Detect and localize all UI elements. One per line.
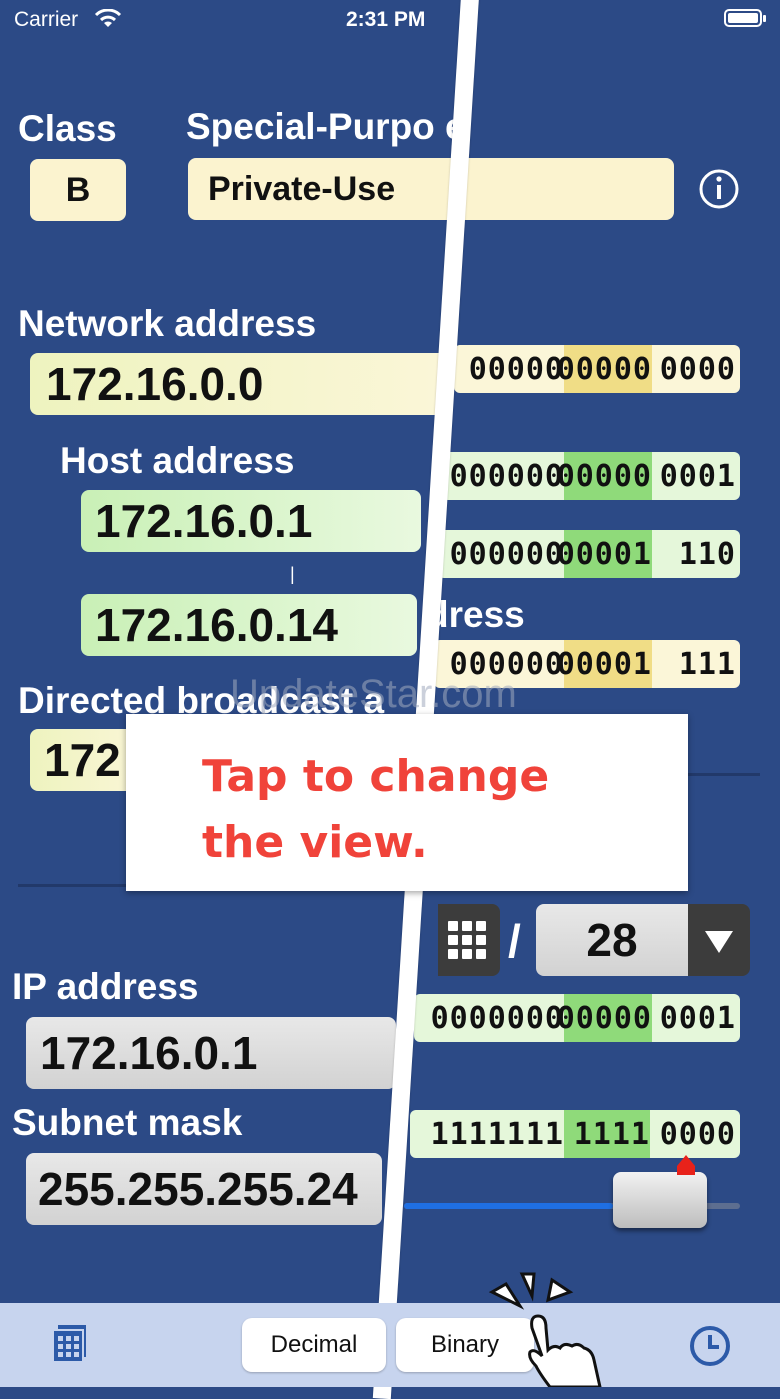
- binary-segment: 00000: [557, 452, 652, 500]
- binary-segment: 111: [652, 640, 740, 688]
- network-address-binary[interactable]: 00000 00000 0000: [454, 345, 740, 393]
- binary-segment: 00001: [557, 530, 652, 578]
- info-icon[interactable]: [698, 168, 740, 210]
- prefix-length-value[interactable]: 28: [536, 904, 688, 976]
- binary-segment: 00000: [557, 345, 652, 393]
- tip-popup[interactable]: Tap to change the view.: [126, 714, 688, 891]
- binary-segment: 110: [652, 530, 740, 578]
- subnet-mask-label: Subnet mask: [12, 1102, 243, 1143]
- host-address-label: Host address: [60, 440, 295, 481]
- binary-segment: 00001: [557, 640, 652, 688]
- tap-hand-icon: [488, 1272, 602, 1387]
- subnet-mask-value[interactable]: 255.255.255.24: [26, 1153, 382, 1225]
- host-first-binary[interactable]: 000000 00000 0001: [442, 452, 740, 500]
- class-value[interactable]: B: [30, 159, 126, 221]
- tab-bar: [0, 1303, 780, 1387]
- ip-address-binary[interactable]: 0000000 00000 0001: [414, 994, 740, 1042]
- prefix-slider-fill: [404, 1203, 613, 1209]
- binary-segment: 000000: [442, 452, 564, 500]
- carrier-label: Carrier: [14, 8, 79, 31]
- host-range-separator: |: [290, 564, 295, 584]
- status-bar: Carrier 2:31 PM: [0, 0, 780, 40]
- ip-address-value[interactable]: 172.16.0.1: [26, 1017, 396, 1089]
- wifi-icon: [94, 9, 122, 27]
- tip-line-1: Tap to change: [202, 751, 550, 802]
- network-address-label: Network address: [18, 303, 317, 344]
- ip-address-label: IP address: [12, 966, 199, 1007]
- binary-segment: 000000: [438, 530, 564, 578]
- special-purpose-label: Special-Purpo e: [186, 106, 466, 147]
- class-label: Class: [18, 108, 117, 149]
- prefix-slash: /: [508, 915, 521, 967]
- subnet-mask-binary[interactable]: 1111111 1111 0000: [410, 1110, 740, 1158]
- network-address-value[interactable]: 172.16.0.0: [30, 353, 450, 415]
- binary-segment: 1111111: [410, 1110, 564, 1158]
- clock-icon[interactable]: [688, 1324, 732, 1368]
- battery-tip: [763, 15, 766, 22]
- binary-segment: 0000: [650, 1110, 740, 1158]
- binary-segment: 1111: [564, 1110, 650, 1158]
- host-last-value[interactable]: 172.16.0.14: [81, 594, 417, 656]
- tip-line-2: the view.: [202, 817, 428, 868]
- special-purpose-value[interactable]: Private-Use: [188, 158, 674, 220]
- keypad-button[interactable]: [438, 904, 500, 976]
- binary-segment: 0000: [652, 345, 740, 393]
- watermark: UpdateStar.com: [230, 672, 517, 716]
- tab-decimal[interactable]: Decimal: [242, 1318, 386, 1372]
- binary-segment: 0000000: [414, 994, 564, 1042]
- host-first-value[interactable]: 172.16.0.1: [81, 490, 421, 552]
- prefix-dropdown-button[interactable]: [688, 904, 750, 976]
- binary-segment: 00000: [557, 994, 652, 1042]
- slider-marker-icon: [676, 1155, 695, 1175]
- binary-segment: 0001: [652, 994, 740, 1042]
- prefix-slider-thumb[interactable]: [612, 1155, 707, 1228]
- keypad-icon: [448, 921, 486, 959]
- binary-segment: 0001: [652, 452, 740, 500]
- dropdown-triangle-icon: [705, 931, 733, 953]
- binary-segment: 00000: [454, 345, 564, 393]
- battery-icon: [724, 9, 762, 27]
- status-time: 2:31 PM: [346, 8, 426, 31]
- host-last-binary[interactable]: 000000 00001 110: [438, 530, 740, 578]
- calculator-icon[interactable]: [52, 1325, 88, 1363]
